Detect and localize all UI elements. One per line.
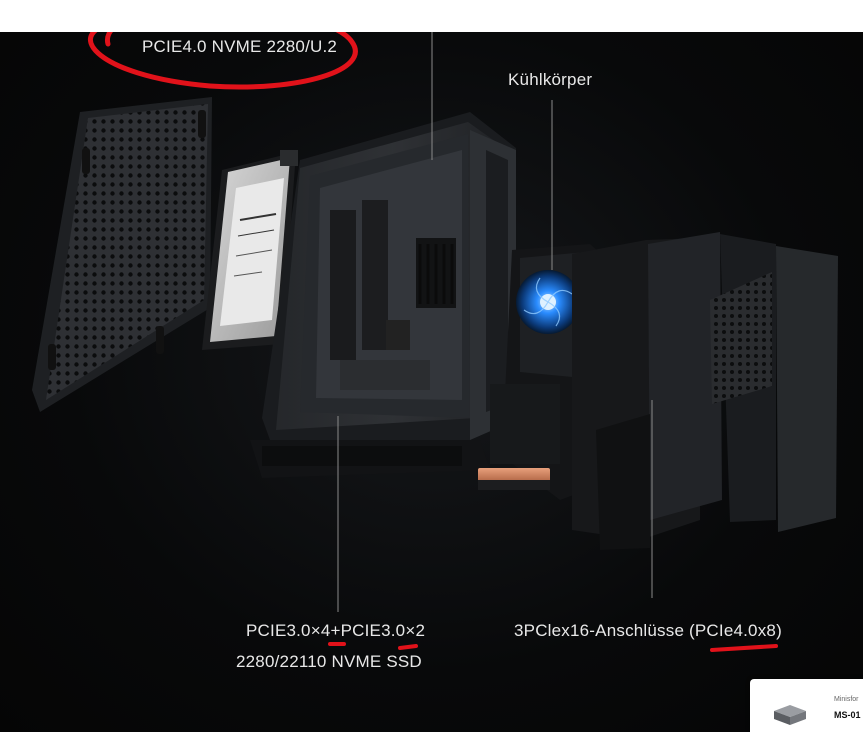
side-panel-left [32, 97, 212, 412]
label-pcie-slots: 3PClex16-Anschlüsse (PCIe4.0x8) [514, 621, 782, 640]
mini-pc-icon [774, 705, 806, 725]
label-heatsink: Kühlkörper [508, 70, 593, 89]
red-underline-pcie [710, 644, 778, 652]
pcie-enclosure [572, 232, 838, 598]
label-pcie-u2: PCIE4.0 NVME 2280/U.2 [142, 37, 338, 56]
red-underline-x2 [398, 644, 418, 650]
thumbnail-model: MS-01 [834, 710, 861, 720]
thumbnail-brand: Minisfor [834, 696, 859, 703]
label-nvme-line1: PCIE3.0×4+PCIE3.0×2 [246, 621, 426, 640]
label-nvme-line2: 2280/22110 NVME SSD [236, 652, 422, 671]
product-thumbnail-card[interactable]: Minisfor MS-01 [750, 679, 863, 732]
